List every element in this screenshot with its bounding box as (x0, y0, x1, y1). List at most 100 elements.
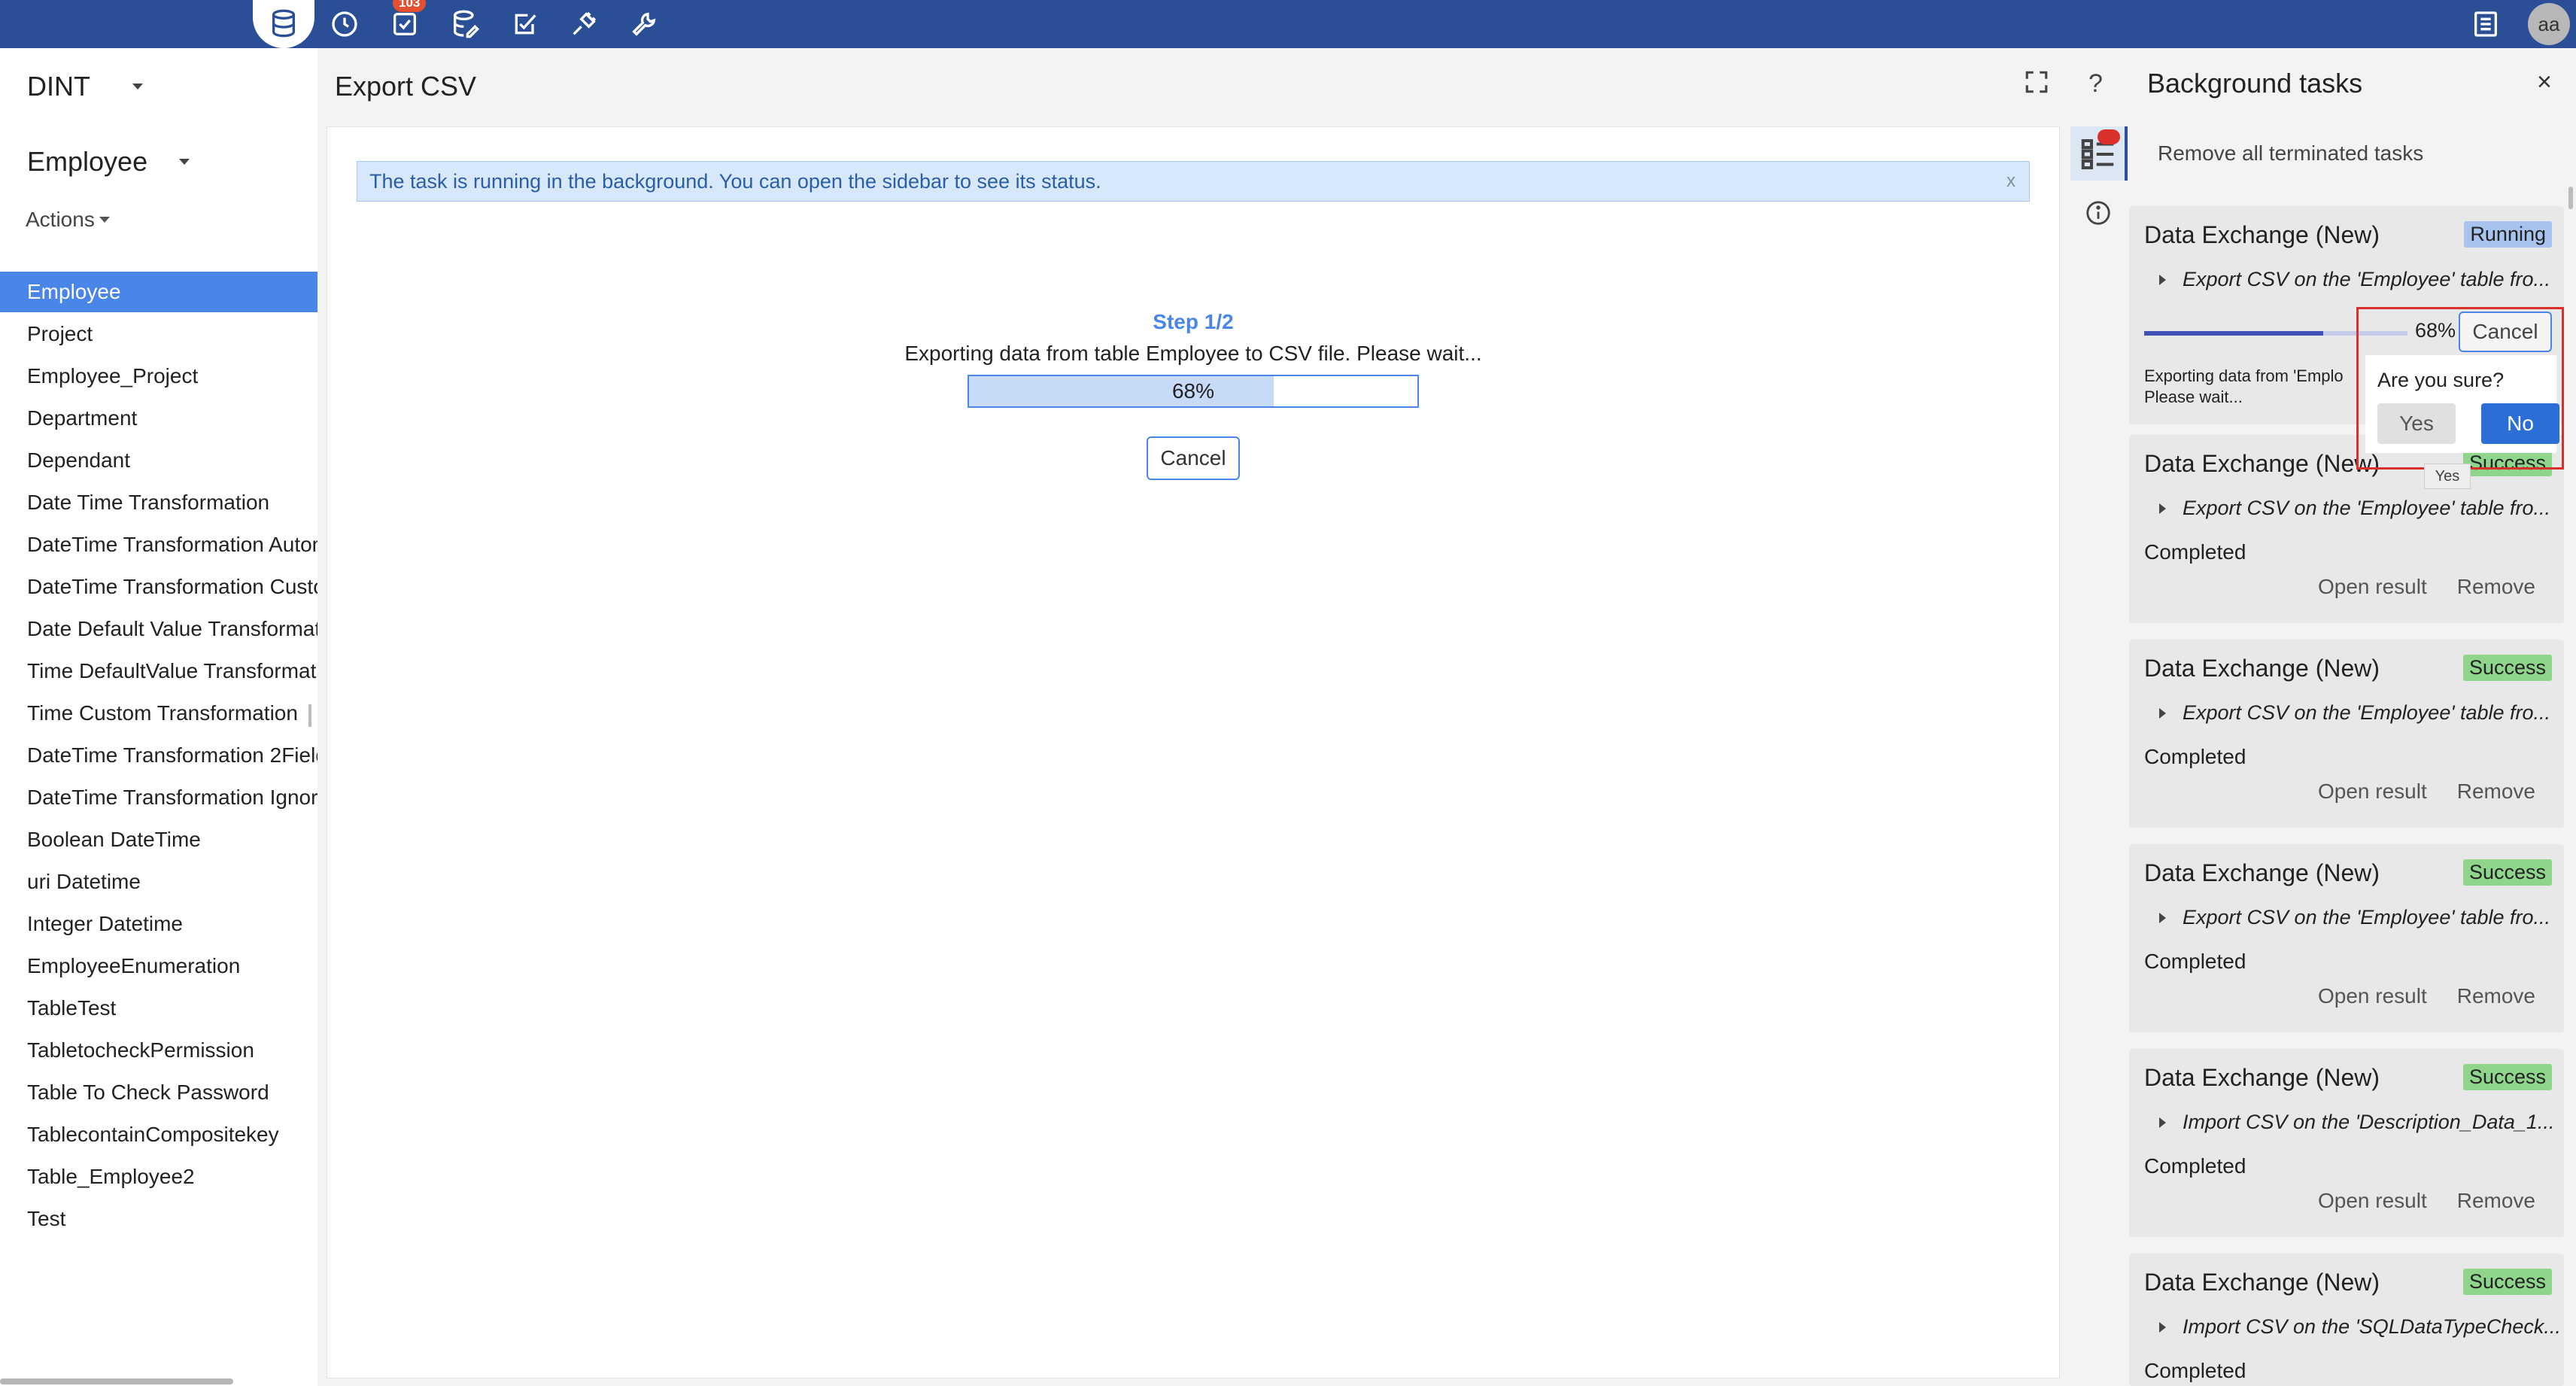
remove-button[interactable]: Remove (2457, 1189, 2535, 1213)
fullscreen-icon[interactable] (2024, 69, 2054, 99)
task-actions: Open result Remove (2318, 1189, 2535, 1213)
task-actions: Open result Remove (2318, 575, 2535, 599)
task-status: Completed (2144, 1154, 2246, 1178)
remove-button[interactable]: Remove (2457, 984, 2535, 1008)
task-message-line: Please wait... (2144, 388, 2243, 406)
main-header (317, 48, 2067, 126)
task-subtitle[interactable]: Export CSV on the 'Employee' table fro..… (2159, 497, 2550, 520)
chevron-down-icon (132, 84, 143, 90)
sidebar-item[interactable]: Project (0, 314, 317, 354)
database-edit-icon[interactable] (441, 0, 489, 48)
sidebar-item[interactable]: EmployeeEnumeration (0, 946, 317, 986)
checklist-edit-icon[interactable] (501, 0, 549, 48)
sidebar-item[interactable]: Time DefaultValue Transformati (0, 651, 317, 691)
chevron-down-icon (99, 217, 110, 223)
status-badge: Success (2462, 655, 2552, 681)
sidebar-item[interactable]: Time Custom Transformation (0, 693, 317, 734)
task-subtitle[interactable]: Export CSV on the 'Employee' table fro..… (2159, 906, 2550, 929)
expand-icon (2159, 503, 2166, 514)
expand-icon (2159, 274, 2166, 285)
sidebar-item[interactable]: DateTime Transformation Ignore (0, 777, 317, 818)
info-icon[interactable] (2084, 199, 2113, 227)
task-subtitle[interactable]: Import CSV on the 'SQLDataTypeCheck... (2159, 1315, 2561, 1339)
status-badge: Success (2462, 1269, 2552, 1295)
progress-fill (2144, 331, 2323, 336)
step-label: Step 1/2 (1153, 310, 1234, 333)
sidebar-item[interactable]: Date Time Transformation (0, 482, 317, 523)
panel-title: Background tasks (2147, 68, 2363, 99)
avatar[interactable]: aa (2528, 3, 2570, 45)
task-subtitle[interactable]: Export CSV on the 'Employee' table fro..… (2159, 701, 2550, 725)
task-subtitle[interactable]: Export CSV on the 'Employee' table fro..… (2159, 268, 2550, 291)
panel-scrollbar[interactable] (2568, 187, 2573, 209)
sidebar-item[interactable]: Integer Datetime (0, 904, 317, 944)
sidebar-item[interactable]: DateTime Transformation Custo (0, 567, 317, 607)
task-actions: Open result Remove (2318, 984, 2535, 1008)
sidebar-item[interactable]: Employee (0, 272, 317, 312)
highlight-box (2356, 307, 2564, 470)
task-subtitle-text: Export CSV on the 'Employee' table fro..… (2183, 268, 2551, 290)
task-status: Completed (2144, 950, 2246, 973)
task-status: Completed (2144, 540, 2246, 564)
task-status: Completed (2144, 1359, 2246, 1382)
horizontal-scrollbar[interactable] (0, 1378, 233, 1384)
open-result-button[interactable]: Open result (2318, 780, 2427, 804)
wrench-icon[interactable] (620, 0, 668, 48)
sidebar-item[interactable]: Test (0, 1199, 317, 1239)
task-card: Data Exchange (New) Success Export CSV on … (2129, 640, 2564, 828)
task-subtitle-text: Export CSV on the 'Employee' table fro..… (2183, 701, 2551, 724)
background-tasks-toggle[interactable] (2070, 126, 2128, 181)
task-title: Data Exchange (New) (2144, 1269, 2380, 1296)
remove-button[interactable]: Remove (2457, 575, 2535, 599)
table-selector[interactable]: Employee (27, 146, 190, 178)
task-title: Data Exchange (New) (2144, 221, 2380, 248)
expand-icon (2159, 912, 2166, 923)
task-actions: Open result Remove (2318, 780, 2535, 804)
sidebar-item[interactable]: TablecontainCompositekey (0, 1114, 317, 1155)
sidebar-item[interactable]: Date Default Value Transformat (0, 609, 317, 649)
sidebar-item[interactable]: DateTime Transformation Autom (0, 524, 317, 565)
remove-all-terminated-button[interactable]: Remove all terminated tasks (2158, 141, 2423, 166)
task-card: Data Exchange (New) Success Export CSV on … (2129, 844, 2564, 1032)
sidebar-item[interactable]: Boolean DateTime (0, 819, 317, 860)
task-title: Data Exchange (New) (2144, 450, 2380, 477)
plugin-icon[interactable] (560, 0, 608, 48)
table-name: Employee (27, 146, 148, 177)
cancel-button[interactable]: Cancel (1147, 436, 1240, 480)
open-result-button[interactable]: Open result (2318, 1189, 2427, 1213)
sidebar-item[interactable]: TabletocheckPermission (0, 1030, 317, 1071)
project-selector[interactable]: DINT (27, 71, 143, 102)
task-subtitle-text: Export CSV on the 'Employee' table fro..… (2183, 497, 2551, 519)
expand-icon (2159, 1321, 2166, 1333)
remove-button[interactable]: Remove (2457, 780, 2535, 804)
sidebar-item[interactable]: uri Datetime (0, 862, 317, 902)
sidebar-item[interactable]: DateTime Transformation 2Field (0, 735, 317, 776)
task-subtitle-text: Import CSV on the 'SQLDataTypeCheck... (2183, 1315, 2561, 1338)
sidebar-item[interactable]: TableTest (0, 988, 317, 1029)
open-result-button[interactable]: Open result (2318, 575, 2427, 599)
info-banner: The task is running in the background. Y… (357, 161, 2030, 202)
info-banner-text: The task is running in the background. Y… (369, 170, 1101, 193)
sidebar-item[interactable]: Table_Employee2 (0, 1157, 317, 1197)
task-title: Data Exchange (New) (2144, 1064, 2380, 1091)
expand-icon (2159, 1117, 2166, 1128)
sidebar-item[interactable]: Department (0, 398, 317, 439)
help-icon[interactable]: ? (2088, 69, 2103, 99)
export-message: Exporting data from table Employee to CS… (904, 342, 1482, 365)
resize-handle[interactable] (308, 704, 311, 727)
close-icon[interactable]: × (2537, 68, 2552, 97)
sidebar-item[interactable]: Dependant (0, 440, 317, 481)
list-icon[interactable] (2462, 0, 2510, 48)
notification-badge: 103 (393, 0, 427, 12)
task-subtitle[interactable]: Import CSV on the 'Description_Data_1... (2159, 1111, 2554, 1134)
actions-label: Actions (26, 208, 95, 231)
task-title: Data Exchange (New) (2144, 655, 2380, 682)
project-name: DINT (27, 71, 90, 102)
close-icon[interactable]: x (2006, 162, 2016, 201)
open-result-button[interactable]: Open result (2318, 984, 2427, 1008)
sidebar-item[interactable]: Employee_Project (0, 356, 317, 397)
sidebar-item[interactable]: Table To Check Password (0, 1072, 317, 1113)
history-icon[interactable] (320, 0, 369, 48)
actions-menu[interactable]: Actions (26, 208, 110, 232)
progress-label: 68% (1171, 379, 1215, 403)
